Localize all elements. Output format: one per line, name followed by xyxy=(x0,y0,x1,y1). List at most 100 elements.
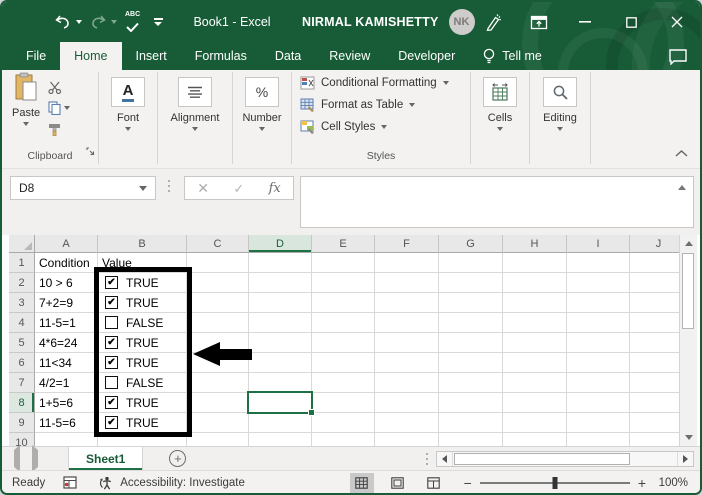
cell-G4[interactable] xyxy=(439,313,503,333)
vertical-scrollbar[interactable] xyxy=(679,235,697,446)
cell-G9[interactable] xyxy=(439,413,503,433)
row-header-3[interactable]: 3 xyxy=(9,293,35,313)
cell-F3[interactable] xyxy=(375,293,439,313)
cell-E2[interactable] xyxy=(312,273,375,293)
zoom-slider[interactable] xyxy=(479,476,630,489)
cell-H4[interactable] xyxy=(503,313,567,333)
select-all-button[interactable] xyxy=(9,235,35,253)
cell-D6[interactable] xyxy=(249,353,312,373)
view-page-break-button[interactable] xyxy=(422,473,446,493)
view-normal-button[interactable] xyxy=(349,472,374,493)
cell-A3[interactable]: 7+2=9 xyxy=(35,293,98,313)
ribbon-display-options-button[interactable] xyxy=(516,2,562,42)
undo-button[interactable] xyxy=(54,12,72,32)
cell-A5[interactable]: 4*6=24 xyxy=(35,333,98,353)
cell-I10[interactable] xyxy=(567,433,630,446)
cell-I2[interactable] xyxy=(567,273,630,293)
zoom-in-button[interactable]: + xyxy=(638,475,646,491)
sheet-nav-left-button[interactable] xyxy=(14,444,20,472)
copy-button[interactable] xyxy=(48,101,71,115)
cell-H3[interactable] xyxy=(503,293,567,313)
cell-A10[interactable] xyxy=(35,433,98,446)
cell-J6[interactable] xyxy=(630,353,679,373)
cell-H10[interactable] xyxy=(503,433,567,446)
cell-G3[interactable] xyxy=(439,293,503,313)
new-sheet-button[interactable]: + xyxy=(169,450,187,467)
editing-button[interactable]: Editing xyxy=(530,72,590,131)
minimize-button[interactable] xyxy=(562,2,608,42)
cell-C10[interactable] xyxy=(187,433,249,446)
cell-I3[interactable] xyxy=(567,293,630,313)
cell-E4[interactable] xyxy=(312,313,375,333)
tab-formulas[interactable]: Formulas xyxy=(181,42,261,70)
scroll-right-button[interactable] xyxy=(677,451,693,466)
cell-F4[interactable] xyxy=(375,313,439,333)
cell-F7[interactable] xyxy=(375,373,439,393)
cell-H6[interactable] xyxy=(503,353,567,373)
cell-F2[interactable] xyxy=(375,273,439,293)
clipboard-dialog-launcher[interactable] xyxy=(86,143,95,161)
maximize-button[interactable] xyxy=(608,2,654,42)
cell-J5[interactable] xyxy=(630,333,679,353)
view-page-layout-button[interactable] xyxy=(386,473,410,493)
cell-E8[interactable] xyxy=(312,393,375,413)
qat-customize-button[interactable] xyxy=(151,12,165,32)
cell-H2[interactable] xyxy=(503,273,567,293)
cells-button[interactable]: Cells xyxy=(471,72,529,131)
cell-F5[interactable] xyxy=(375,333,439,353)
column-header-C[interactable]: C xyxy=(187,235,249,253)
cell-F1[interactable] xyxy=(375,253,439,273)
cell-D3[interactable] xyxy=(249,293,312,313)
zoom-out-button[interactable]: − xyxy=(464,475,472,491)
cell-F8[interactable] xyxy=(375,393,439,413)
cell-J4[interactable] xyxy=(630,313,679,333)
cell-C2[interactable] xyxy=(187,273,249,293)
row-header-7[interactable]: 7 xyxy=(9,373,35,393)
scroll-down-button[interactable] xyxy=(680,429,697,446)
cell-A7[interactable]: 4/2=1 xyxy=(35,373,98,393)
insert-function-button[interactable]: fx xyxy=(269,182,281,195)
cell-F10[interactable] xyxy=(375,433,439,446)
cell-F6[interactable] xyxy=(375,353,439,373)
cell-A9[interactable]: 11-5=6 xyxy=(35,413,98,433)
zoom-level[interactable]: 100% xyxy=(656,477,688,489)
format-painter-button[interactable] xyxy=(48,122,70,136)
cancel-button[interactable]: ✕ xyxy=(197,181,209,195)
name-box[interactable]: D8 xyxy=(10,176,156,200)
cell-D9[interactable] xyxy=(249,413,312,433)
cell-D4[interactable] xyxy=(249,313,312,333)
undo-dropdown-icon[interactable] xyxy=(76,20,82,24)
column-header-A[interactable]: A xyxy=(35,235,98,253)
column-header-B[interactable]: B xyxy=(98,235,187,253)
cell-E9[interactable] xyxy=(312,413,375,433)
tab-file[interactable]: File xyxy=(12,42,60,70)
tell-me[interactable]: Tell me xyxy=(483,42,542,70)
cell-H9[interactable] xyxy=(503,413,567,433)
cell-I4[interactable] xyxy=(567,313,630,333)
enter-button[interactable]: ✓ xyxy=(233,182,244,195)
paste-button[interactable]: Paste xyxy=(12,72,40,136)
tab-developer[interactable]: Developer xyxy=(384,42,469,70)
column-header-E[interactable]: E xyxy=(312,235,375,253)
cell-G1[interactable] xyxy=(439,253,503,273)
name-box-dropdown-icon[interactable] xyxy=(139,185,147,191)
cell-F9[interactable] xyxy=(375,413,439,433)
formula-bar-expand-icon[interactable] xyxy=(678,185,686,190)
column-header-I[interactable]: I xyxy=(567,235,630,253)
cell-G6[interactable] xyxy=(439,353,503,373)
cell-J1[interactable] xyxy=(630,253,679,273)
cell-J10[interactable] xyxy=(630,433,679,446)
cell-E5[interactable] xyxy=(312,333,375,353)
macro-record-button[interactable] xyxy=(63,476,77,489)
cell-I9[interactable] xyxy=(567,413,630,433)
cell-E6[interactable] xyxy=(312,353,375,373)
cell-D2[interactable] xyxy=(249,273,312,293)
column-header-H[interactable]: H xyxy=(503,235,567,253)
vertical-scroll-thumb[interactable] xyxy=(682,253,694,329)
redo-button[interactable] xyxy=(89,12,107,32)
redo-dropdown-icon[interactable] xyxy=(111,20,117,24)
tab-home[interactable]: Home xyxy=(60,42,122,70)
column-header-D[interactable]: D xyxy=(249,235,312,253)
row-header-8[interactable]: 8 xyxy=(9,393,35,413)
column-header-F[interactable]: F xyxy=(375,235,439,253)
